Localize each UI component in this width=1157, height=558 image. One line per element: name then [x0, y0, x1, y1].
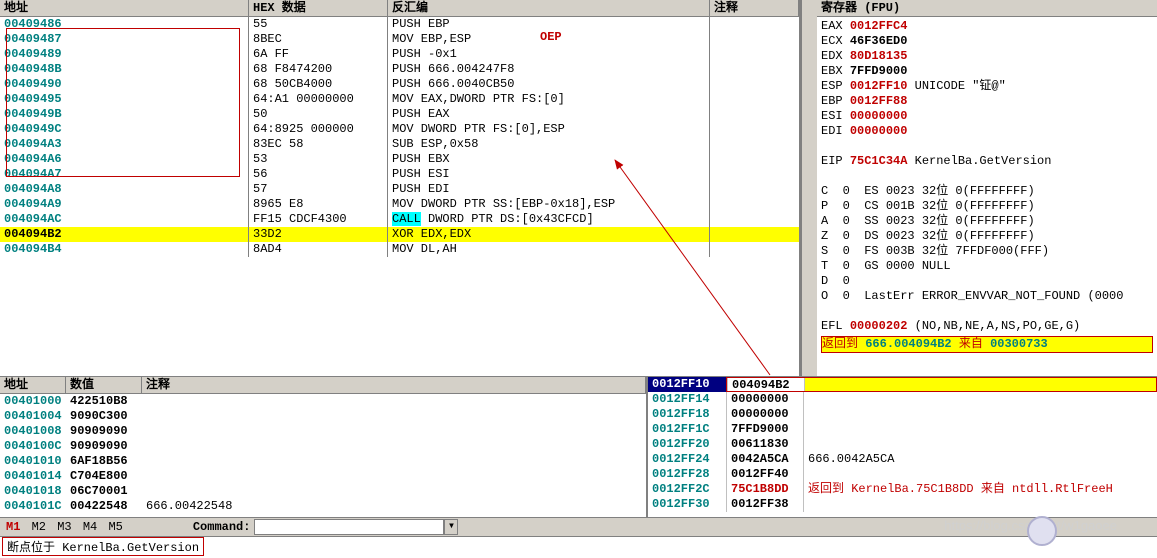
stack-row[interactable]: 0012FF1C7FFD9000 [648, 422, 1157, 437]
tab-m3[interactable]: M3 [57, 520, 71, 534]
stack-row[interactable]: 0012FF2000611830 [648, 437, 1157, 452]
stack-row[interactable]: 0012FF280012FF40 [648, 467, 1157, 482]
disasm-row[interactable]: 004094B48AD4MOV DL,AH [0, 242, 799, 257]
disasm-scrollbar[interactable] [801, 0, 817, 376]
tab-m4[interactable]: M4 [83, 520, 97, 534]
disasm-row[interactable]: 0040948655PUSH EBP [0, 17, 799, 32]
stack-row[interactable]: 0012FF1400000000 [648, 392, 1157, 407]
disasm-header: 地址 HEX 数据 反汇编 注释 [0, 0, 799, 17]
disasm-row[interactable]: 0040948B68 F8474200PUSH 666.004247F8 [0, 62, 799, 77]
dump-header: 地址 数值 注释 [0, 377, 646, 394]
dump-body[interactable]: 00401000422510B8004010049090C30000401008… [0, 394, 646, 517]
disasm-row[interactable]: 0040949068 50CB4000PUSH 666.0040CB50 [0, 77, 799, 92]
command-dropdown-icon[interactable]: ▾ [444, 519, 458, 535]
stack-row[interactable]: 0012FF1800000000 [648, 407, 1157, 422]
disasm-row[interactable]: 0040949C64:8925 000000MOV DWORD PTR FS:[… [0, 122, 799, 137]
tab-m1[interactable]: M1 [6, 520, 20, 534]
stack-row[interactable]: 0012FF300012FF38 [648, 497, 1157, 512]
col-addr-header[interactable]: 地址 [0, 0, 249, 16]
disasm-row[interactable]: 004094A857PUSH EDI [0, 182, 799, 197]
dump-row[interactable]: 00401000422510B8 [0, 394, 646, 409]
memory-tabs: M1 M2 M3 M4 M5 [0, 520, 133, 534]
status-text: 断点位于 KernelBa.GetVersion [2, 537, 204, 556]
dump-panel[interactable]: 地址 数值 注释 00401000422510B8004010049090C30… [0, 377, 648, 517]
status-bar: 断点位于 KernelBa.GetVersion [0, 537, 1157, 555]
chat-icon [1027, 516, 1057, 546]
disasm-body[interactable]: 0040948655PUSH EBP004094878BECMOV EBP,ES… [0, 17, 799, 376]
tab-m5[interactable]: M5 [108, 520, 122, 534]
disasm-row[interactable]: 004094896A FFPUSH -0x1 [0, 47, 799, 62]
registers-body[interactable]: EAX 0012FFC4ECX 46F36ED0EDX 80D18135EBX … [817, 17, 1157, 376]
disasm-row[interactable]: 004094A653PUSH EBX [0, 152, 799, 167]
dump-cmt-header[interactable]: 注释 [142, 377, 646, 393]
dump-row[interactable]: 0040100890909090 [0, 424, 646, 439]
dump-row[interactable]: 004010049090C300 [0, 409, 646, 424]
disasm-row[interactable]: 0040949B50PUSH EAX [0, 107, 799, 122]
disasm-row[interactable]: 0040949564:A1 00000000MOV EAX,DWORD PTR … [0, 92, 799, 107]
disasm-row[interactable]: 004094ACFF15 CDCF4300CALL DWORD PTR DS:[… [0, 212, 799, 227]
registers-panel[interactable]: 寄存器 (FPU) EAX 0012FFC4ECX 46F36ED0EDX 80… [817, 0, 1157, 376]
stack-body[interactable]: 0012FF10004094B20012FF14000000000012FF18… [648, 377, 1157, 517]
return-highlight[interactable]: 返回到 666.004094B2 来自 00300733 [821, 336, 1153, 353]
dump-row[interactable]: 0040101806C70001 [0, 484, 646, 499]
disasm-row[interactable]: 004094A383EC 58SUB ESP,0x58 [0, 137, 799, 152]
dump-row[interactable]: 004010106AF18B56 [0, 454, 646, 469]
disasm-row[interactable]: 004094B233D2XOR EDX,EDX [0, 227, 799, 242]
col-comment-header[interactable]: 注释 [710, 0, 799, 16]
registers-header[interactable]: 寄存器 (FPU) [817, 0, 1157, 17]
stack-row[interactable]: 0012FF2C75C1B8DD返回到 KernelBa.75C1B8DD 来自… [648, 482, 1157, 497]
dump-row[interactable]: 0040100C90909090 [0, 439, 646, 454]
stack-panel[interactable]: 0012FF10004094B20012FF14000000000012FF18… [648, 377, 1157, 517]
dump-row[interactable]: 0040101C00422548666.00422548 [0, 499, 646, 514]
command-input[interactable] [254, 519, 444, 535]
col-hex-header[interactable]: HEX 数据 [249, 0, 388, 16]
col-disasm-header[interactable]: 反汇编 [388, 0, 710, 16]
oep-label: OEP [540, 30, 562, 44]
stack-row[interactable]: 0012FF240042A5CA666.0042A5CA [648, 452, 1157, 467]
stack-row[interactable]: 0012FF10004094B2 [648, 377, 1157, 392]
disassembly-panel[interactable]: 地址 HEX 数据 反汇编 注释 0040948655PUSH EBP00409… [0, 0, 801, 376]
disasm-row[interactable]: 004094A756PUSH ESI [0, 167, 799, 182]
disasm-row[interactable]: 004094A98965 E8MOV DWORD PTR SS:[EBP-0x1… [0, 197, 799, 212]
dump-val-header[interactable]: 数值 [66, 377, 142, 393]
dump-row[interactable]: 00401014C704E800 [0, 469, 646, 484]
disasm-row[interactable]: 004094878BECMOV EBP,ESP [0, 32, 799, 47]
dump-addr-header[interactable]: 地址 [0, 377, 66, 393]
command-label: Command: [193, 520, 251, 534]
tab-m2[interactable]: M2 [32, 520, 46, 534]
